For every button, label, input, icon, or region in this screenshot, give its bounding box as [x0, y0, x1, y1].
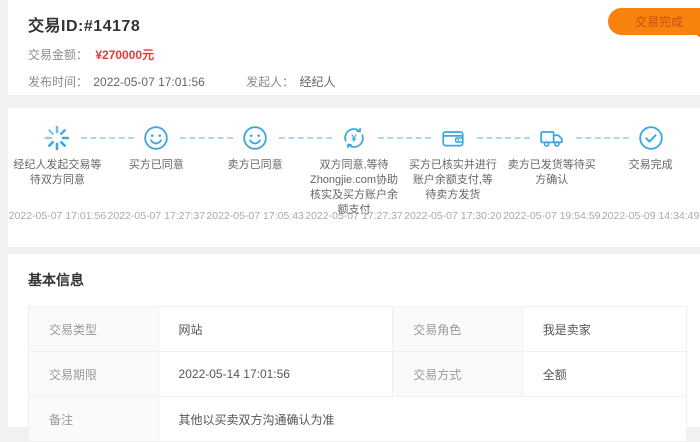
trade-method-label: 交易方式 — [393, 352, 523, 397]
trade-role-value: 我是卖家 — [522, 307, 687, 352]
amount-label: 交易金额： — [28, 48, 88, 62]
trade-deadline-value: 2022-05-14 17:01:56 — [158, 352, 393, 397]
initiator-value: 经纪人 — [300, 75, 336, 89]
remark-value: 其他以买卖双方沟通确认为准 — [158, 397, 687, 442]
step-label: 经纪人发起交易等待双方同意 — [12, 158, 103, 206]
step-date: 2022-05-07 17:01:56 — [8, 210, 107, 222]
check-circle-icon — [601, 124, 700, 152]
timeline-step: 交易完成 2022-05-09 14:34:49 — [601, 124, 700, 222]
basic-info-card: 基本信息 交易类型 网站 交易角色 我是卖家 交易期限 2022-05-14 1… — [8, 254, 700, 427]
basic-info-table: 交易类型 网站 交易角色 我是卖家 交易期限 2022-05-14 17:01:… — [28, 306, 687, 442]
amount-line: 交易金额： ¥270000元 — [28, 46, 680, 63]
trade-type-value: 网站 — [158, 307, 393, 352]
svg-text:¥: ¥ — [351, 133, 357, 144]
amount-value: ¥270000元 — [95, 48, 154, 62]
table-row: 交易期限 2022-05-14 17:01:56 交易方式 全额 — [29, 352, 687, 397]
step-label: 卖方已同意 — [210, 158, 301, 206]
trade-header-card: 交易ID:#14178 交易完成 交易金额： ¥270000元 发布时间： 20… — [8, 0, 700, 95]
step-label: 双方同意,等待Zhongjie.com协助核实及买方账户余额支付 — [309, 158, 400, 206]
step-label: 卖方已发货等待买方确认 — [506, 158, 597, 206]
step-date: 2022-05-07 17:05:43 — [206, 210, 305, 222]
table-row: 交易类型 网站 交易角色 我是卖家 — [29, 307, 687, 352]
trade-role-label: 交易角色 — [393, 307, 523, 352]
step-date: 2022-05-07 19:54:59 — [502, 210, 601, 222]
timeline-card: 经纪人发起交易等待双方同意 2022-05-07 17:01:56 买方已同意 … — [8, 108, 700, 247]
status-ribbon-label: 交易完成 — [635, 13, 683, 30]
publish-time-label: 发布时间： — [28, 75, 88, 89]
step-label: 买方已核实并进行账户余额支付,等待卖方发货 — [407, 158, 498, 206]
trade-deadline-label: 交易期限 — [29, 352, 159, 397]
initiator-label: 发起人： — [246, 75, 294, 89]
step-date: 2022-05-09 14:34:49 — [601, 210, 700, 222]
step-date: 2022-05-07 17:30:20 — [403, 210, 502, 222]
table-row: 备注 其他以买卖双方沟通确认为准 — [29, 397, 687, 442]
publish-time-value: 2022-05-07 17:01:56 — [93, 75, 204, 89]
step-date: 2022-05-07 17:27:37 — [107, 210, 206, 222]
trade-method-value: 全额 — [522, 352, 687, 397]
basic-info-heading: 基本信息 — [28, 270, 694, 290]
page-title: 交易ID:#14178 — [28, 12, 680, 36]
status-ribbon: 交易完成 — [608, 8, 700, 35]
remark-label: 备注 — [29, 397, 159, 442]
step-label: 买方已同意 — [111, 158, 202, 206]
timeline-steps: 经纪人发起交易等待双方同意 2022-05-07 17:01:56 买方已同意 … — [8, 124, 700, 222]
step-date: 2022-05-07 17:27:37 — [305, 210, 404, 222]
trade-type-label: 交易类型 — [29, 307, 159, 352]
step-label: 交易完成 — [605, 158, 696, 206]
publish-line: 发布时间： 2022-05-07 17:01:56 发起人： 经纪人 — [28, 73, 680, 90]
